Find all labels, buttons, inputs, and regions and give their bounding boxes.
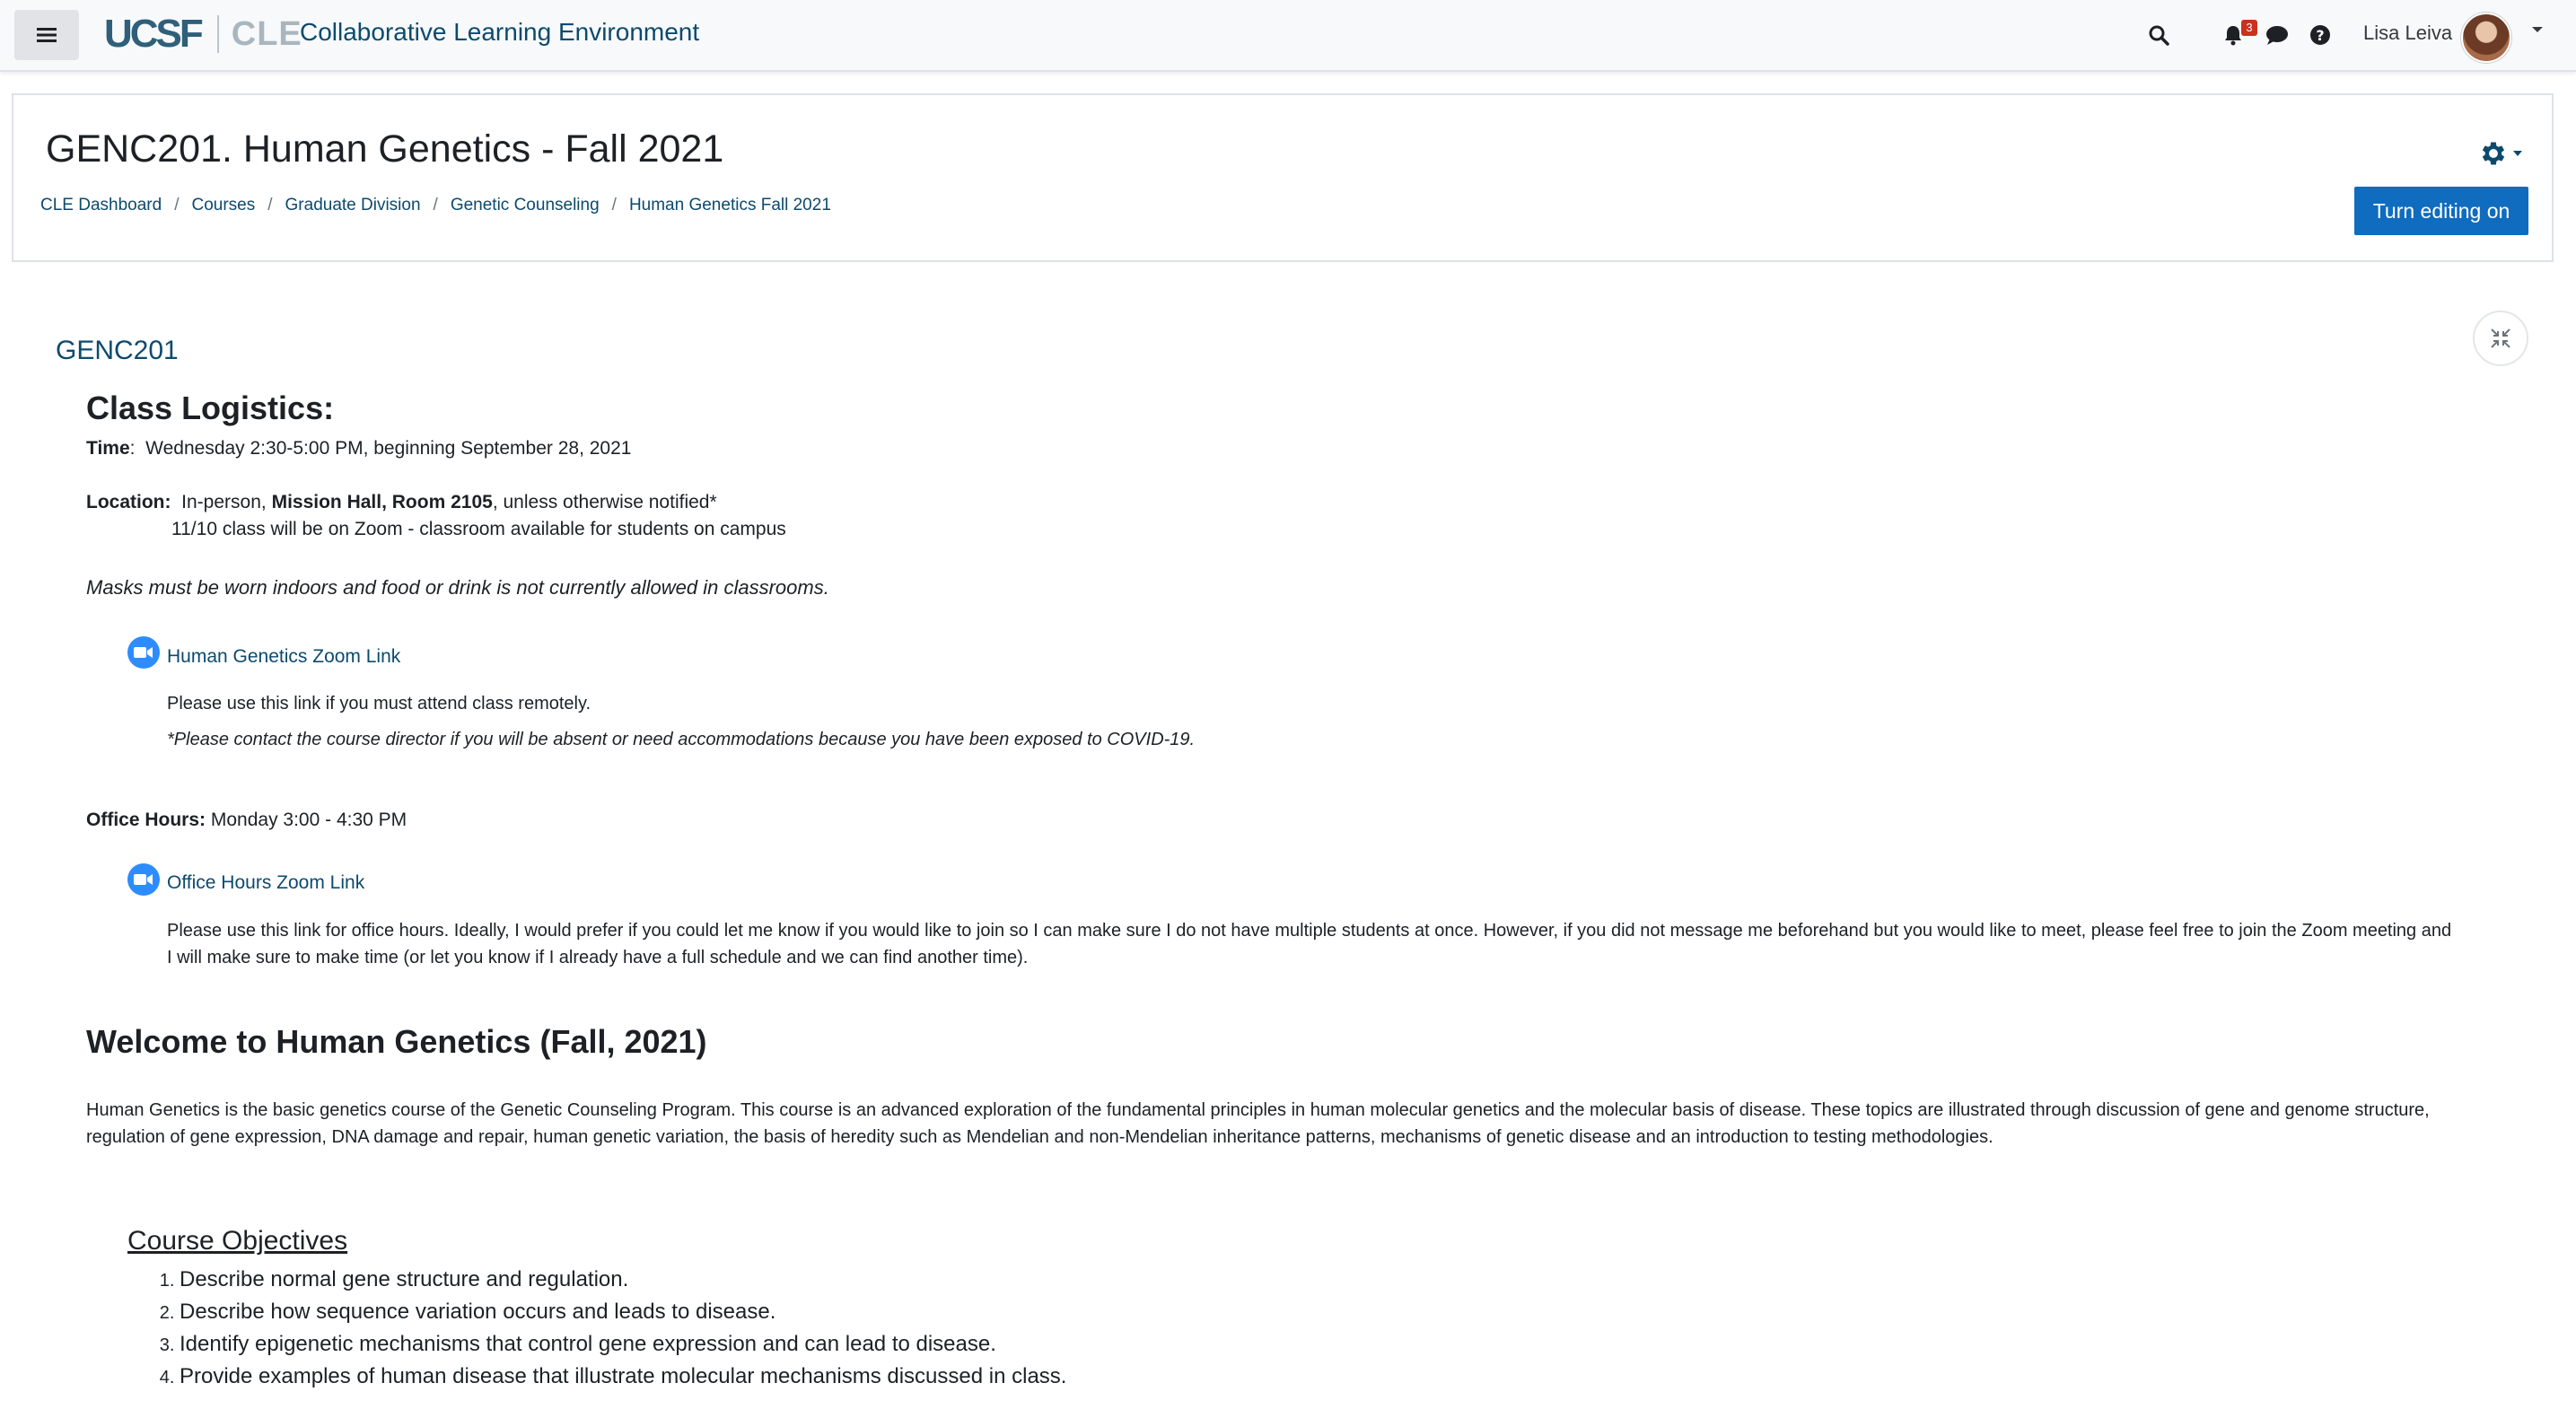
section-title[interactable]: GENC201 [56,336,179,366]
time-row: Time: Wednesday 2:30-5:00 PM, beginning … [86,438,632,459]
breadcrumb-separator: / [267,196,273,214]
search-icon [2149,25,2169,46]
breadcrumb-separator: / [611,196,617,214]
zoom-link-description: Please use this link if you must attend … [167,694,591,713]
user-name[interactable]: Lisa Leiva [2363,22,2452,45]
office-zoom-link-icon [127,863,160,896]
gear-icon [2482,142,2505,165]
breadcrumb-courses[interactable]: Courses [191,196,255,215]
chat-bubble-icon [2266,26,2288,45]
office-hours-description: Please use this link for office hours. I… [167,921,2452,967]
svg-text:?: ? [2316,27,2324,44]
top-navbar: UCSF CLE Collaborative Learning Environm… [0,0,2576,72]
site-logo[interactable]: UCSF CLE [104,9,302,59]
office-hours-label: Office Hours: [86,810,206,830]
welcome-body: Human Genetics is the basic genetics cou… [86,1100,2430,1147]
site-name[interactable]: Collaborative Learning Environment [300,18,699,47]
collapse-all-button[interactable] [2473,311,2528,366]
masks-note: Masks must be worn indoors and food or d… [86,576,829,599]
office-hours-zoom-link[interactable]: Office Hours Zoom Link [167,872,364,894]
objective-item: Describe how sequence variation occurs a… [180,1296,1066,1328]
question-circle-icon: ? [2310,25,2330,45]
breadcrumb-genetic-counseling[interactable]: Genetic Counseling [451,196,600,215]
logo-ucsf: UCSF [104,12,204,56]
objective-item: Provide examples of human disease that i… [180,1361,1066,1393]
course-settings-menu[interactable] [2478,138,2523,169]
hamburger-icon [37,28,57,42]
page-title: GENC201. Human Genetics - Fall 2021 [46,127,724,171]
logo-divider [216,15,219,53]
breadcrumb: CLE Dashboard / Courses / Graduate Divis… [40,196,831,215]
human-genetics-zoom-link[interactable]: Human Genetics Zoom Link [167,646,400,668]
time-label: Time [86,438,130,459]
nav-drawer-toggle[interactable] [14,10,79,60]
time-value: Wednesday 2:30-5:00 PM, beginning Septem… [145,438,632,459]
office-hours-value: Monday 3:00 - 4:30 PM [210,810,407,830]
user-avatar[interactable] [2461,13,2511,63]
location-prefix: In-person, [181,492,267,512]
class-logistics-heading: Class Logistics: [86,390,335,426]
search-button[interactable] [2143,20,2174,50]
objective-item: Identify epigenetic mechanisms that cont… [180,1328,1066,1361]
breadcrumb-course[interactable]: Human Genetics Fall 2021 [629,196,831,215]
breadcrumb-separator: / [174,196,180,214]
page-header: GENC201. Human Genetics - Fall 2021 CLE … [12,93,2554,262]
caret-down-icon[interactable] [2531,25,2544,34]
messages-button[interactable] [2262,22,2292,48]
help-button[interactable]: ? [2307,22,2334,48]
welcome-heading: Welcome to Human Genetics (Fall, 2021) [86,1023,707,1060]
location-suffix: , unless otherwise notified* [492,492,717,512]
notification-count-badge: 3 [2241,20,2257,36]
location-label: Location: [86,492,171,512]
location-note: 11/10 class will be on Zoom - classroom … [171,519,786,539]
office-hours-row: Office Hours: Monday 3:00 - 4:30 PM [86,810,407,831]
breadcrumb-dashboard[interactable]: CLE Dashboard [40,196,162,215]
zoom-link-icon [127,636,160,669]
location-room: Mission Hall, Room 2105 [271,492,493,512]
objective-item: Describe normal gene structure and regul… [180,1264,1066,1296]
breadcrumb-graduate-division[interactable]: Graduate Division [285,196,421,215]
turn-editing-on-button[interactable]: Turn editing on [2354,187,2528,235]
course-objectives-title: Course Objectives [127,1226,348,1256]
video-camera-icon [134,874,153,885]
zoom-link-note: *Please contact the course director if y… [167,730,1196,749]
logo-cle: CLE [231,14,302,53]
caret-down-icon [2513,151,2522,156]
breadcrumb-separator: / [433,196,438,214]
video-camera-icon [134,647,153,658]
collapse-all-icon [2491,328,2510,348]
course-objectives-list: Describe normal gene structure and regul… [127,1264,1066,1393]
location-row: Location: In-person, Mission Hall, Room … [86,492,717,513]
